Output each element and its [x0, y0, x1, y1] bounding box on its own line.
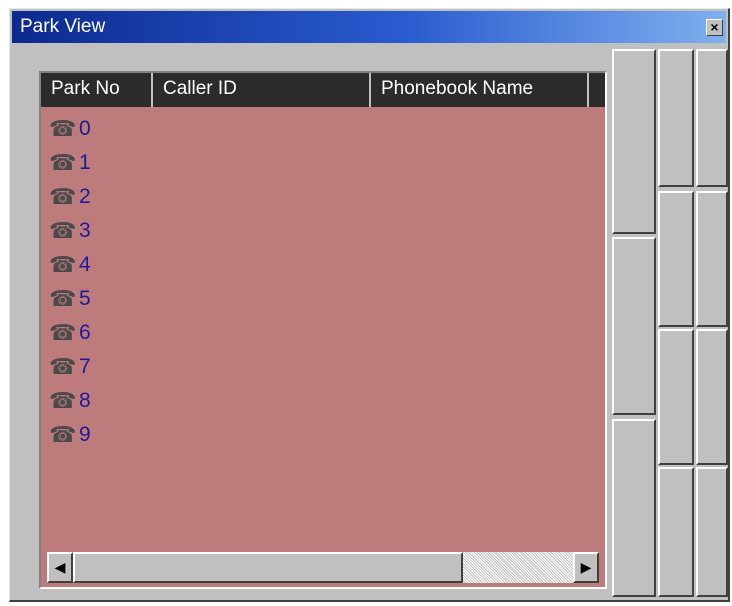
phone-icon: ☎: [49, 388, 77, 413]
list-item[interactable]: ☎ 3: [49, 214, 349, 248]
phone-icon: ☎: [49, 116, 77, 141]
list-item[interactable]: ☎ 1: [49, 146, 349, 180]
column-header-phonebook-name[interactable]: Phonebook Name: [371, 73, 589, 107]
phone-icon: ☎: [49, 252, 77, 277]
park-number: 4: [79, 253, 91, 276]
phone-icon: ☎: [49, 286, 77, 311]
list-item[interactable]: ☎ 6: [49, 316, 349, 350]
side-panel: [658, 49, 694, 187]
list-item[interactable]: ☎ 7: [49, 350, 349, 384]
list-item[interactable]: ☎ 9: [49, 418, 349, 452]
phone-icon: ☎: [49, 422, 77, 447]
list-header: Park No Caller ID Phonebook Name: [41, 73, 605, 107]
park-number: 5: [79, 287, 91, 310]
park-number: 6: [79, 321, 91, 344]
phone-icon: ☎: [49, 150, 77, 175]
park-number: 8: [79, 389, 91, 412]
side-panel: [612, 419, 656, 597]
park-number: 7: [79, 355, 91, 378]
side-panel: [612, 237, 656, 415]
side-panel: [696, 49, 728, 187]
side-panel: [696, 329, 728, 465]
list-item[interactable]: ☎ 2: [49, 180, 349, 214]
scroll-right-button[interactable]: ▶: [573, 552, 599, 583]
side-panel: [658, 467, 694, 597]
phone-icon: ☎: [49, 184, 77, 209]
column-header-caller-id[interactable]: Caller ID: [153, 73, 371, 107]
column-header-park-no[interactable]: Park No: [41, 73, 153, 107]
list-item[interactable]: ☎ 0: [49, 112, 349, 146]
close-button[interactable]: ×: [706, 19, 723, 36]
side-panel: [696, 191, 728, 327]
park-list-view[interactable]: Park No Caller ID Phonebook Name ☎ 0 ☎ 1…: [39, 71, 607, 589]
park-number: 9: [79, 423, 91, 446]
horizontal-scrollbar[interactable]: ◀ ▶: [47, 552, 599, 583]
list-item[interactable]: ☎ 4: [49, 248, 349, 282]
park-number: 3: [79, 219, 91, 242]
scroll-left-button[interactable]: ◀: [47, 552, 73, 583]
side-panel: [612, 49, 656, 234]
park-number: 1: [79, 151, 91, 174]
phone-icon: ☎: [49, 320, 77, 345]
list-item[interactable]: ☎ 8: [49, 384, 349, 418]
park-number: 0: [79, 117, 91, 140]
list-item[interactable]: ☎ 5: [49, 282, 349, 316]
park-view-window: Park View × Park No Caller ID Phonebook …: [9, 8, 730, 602]
phone-icon: ☎: [49, 218, 77, 243]
side-panel: [658, 329, 694, 465]
scrollbar-thumb[interactable]: [73, 552, 463, 583]
side-panel: [658, 191, 694, 327]
side-panel: [696, 467, 728, 597]
title-bar[interactable]: Park View ×: [12, 11, 726, 43]
park-number: 2: [79, 185, 91, 208]
window-title: Park View: [20, 16, 106, 37]
phone-icon: ☎: [49, 354, 77, 379]
